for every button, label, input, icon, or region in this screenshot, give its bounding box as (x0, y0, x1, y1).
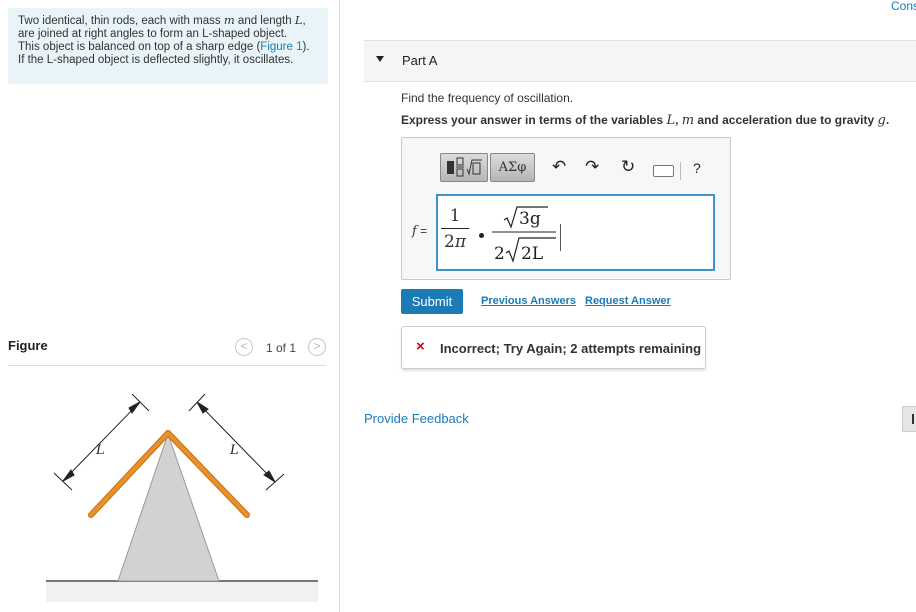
collapse-caret-icon[interactable] (376, 56, 384, 62)
provide-feedback-link[interactable]: Provide Feedback (364, 411, 469, 426)
problem-text: ). (302, 41, 310, 53)
part-a-header[interactable]: Part A (364, 40, 916, 82)
problem-line-1: Two identical, thin rods, each with mass… (18, 14, 318, 28)
side-tab-marker (912, 414, 914, 424)
ground-shadow (46, 582, 318, 602)
answer-variable-label: f f == (412, 224, 428, 239)
instruction-text: Express your answer in terms of the vari… (401, 113, 667, 127)
right-rod-length-label: L (229, 443, 239, 458)
variable-g: g (877, 113, 886, 128)
denominator-coefficient: 2 (494, 244, 505, 264)
problem-line-3: This object is balanced on top of a shar… (18, 41, 318, 54)
first-fraction-numerator: 1 (449, 206, 461, 226)
problem-text: , (302, 15, 306, 27)
templates-button[interactable] (440, 153, 488, 182)
sqrt-numerator: 3g (519, 209, 541, 229)
fraction-sqrt-template-icon (447, 157, 482, 177)
toolbar-separator (680, 162, 681, 180)
text-cursor (560, 224, 561, 251)
figure-divider (8, 365, 326, 366)
answer-format-instruction: Express your answer in terms of the vari… (401, 113, 890, 128)
figure-header: Figure < 1 of 1 > (8, 336, 326, 364)
first-fraction-denominator: 2π (440, 229, 470, 252)
l-shaped-object-figure: L L (46, 393, 318, 602)
reset-icon[interactable]: ↻ (621, 158, 635, 176)
instruction-text: and acceleration due to gravity (694, 113, 878, 127)
figure-link[interactable]: Figure 1 (260, 41, 302, 53)
question-instruction: Find the frequency of oscillation. (401, 91, 574, 105)
redo-icon[interactable]: ↷ (585, 158, 599, 176)
problem-statement: Two identical, thin rods, each with mass… (8, 8, 328, 84)
left-dimension-line (62, 401, 141, 482)
left-rod-length-label: L (95, 443, 105, 458)
problem-line-2: are joined at right angles to form an L-… (18, 28, 288, 40)
variable-l: L (666, 113, 676, 128)
right-dimension-line (196, 401, 276, 483)
pi-symbol: π (454, 232, 466, 252)
sqrt-denominator: 2L (521, 244, 543, 264)
previous-answers-link[interactable]: Previous Answers (481, 295, 576, 307)
submit-button[interactable]: Submit (401, 289, 463, 314)
problem-text: and length (234, 15, 295, 27)
figure-next-button[interactable]: > (308, 338, 326, 356)
variable-m: m (681, 113, 695, 128)
part-label: Part A (402, 53, 438, 68)
help-icon[interactable]: ? (693, 160, 701, 176)
answer-panel: ΑΣφ ↶ ↷ ↻ ? f f == 1 2π 3g 2 2L (401, 137, 731, 280)
mass-variable: m (223, 13, 235, 27)
left-dimension-arrowhead (128, 401, 141, 414)
answer-input[interactable]: 1 2π 3g 2 2L (436, 194, 715, 271)
left-dimension-arrowhead (62, 469, 75, 482)
side-panel-tab[interactable] (902, 406, 916, 432)
wedge (117, 432, 220, 582)
figure-title: Figure (8, 338, 48, 353)
request-answer-link[interactable]: Request Answer (585, 295, 671, 307)
greek-symbols-button[interactable]: ΑΣφ (490, 153, 535, 182)
incorrect-icon: × (416, 338, 425, 355)
problem-text: This object is balanced on top of a shar… (18, 41, 261, 53)
problem-line-4: If the L-shaped object is deflected slig… (18, 54, 294, 66)
column-divider (339, 0, 340, 612)
problem-text: Two identical, thin rods, each with mass (18, 15, 224, 27)
multiplication-dot (479, 233, 484, 238)
keyboard-icon[interactable] (653, 165, 674, 177)
constants-link[interactable]: Cons (891, 0, 916, 13)
second-fraction: 3g 2 2L (492, 206, 556, 264)
first-fraction: 1 2π (440, 206, 470, 252)
instruction-text: . (885, 113, 890, 127)
figure-prev-button[interactable]: < (235, 338, 253, 356)
undo-icon[interactable]: ↶ (552, 158, 566, 176)
feedback-message: × Incorrect; Try Again; 2 attempts remai… (401, 326, 706, 369)
denominator-coefficient: 2 (443, 232, 455, 252)
feedback-text: Incorrect; Try Again; 2 attempts remaini… (440, 341, 702, 356)
figure-counter: 1 of 1 (266, 341, 297, 355)
